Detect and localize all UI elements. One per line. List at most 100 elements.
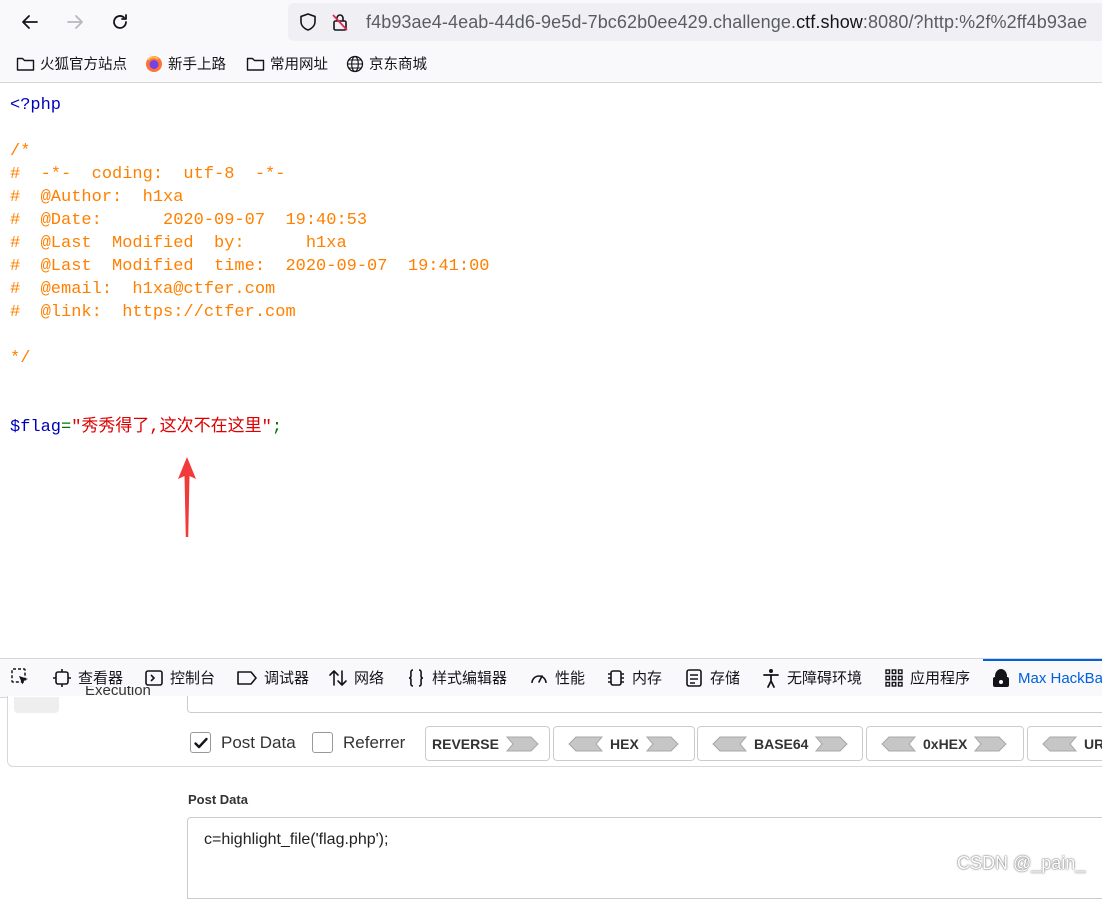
comment-close: */ — [10, 349, 31, 368]
php-source: <?php /* # -*- coding: utf-8 -*- # @Auth… — [10, 94, 489, 439]
checkmark-icon — [193, 737, 208, 748]
console-icon — [145, 669, 163, 686]
arrow-right-icon — [645, 736, 679, 751]
comment-line: # @email: h1xa@ctfer.com — [10, 280, 276, 299]
tab-accessibility[interactable]: 无障碍环境 — [761, 667, 862, 688]
flag-variable: $flag — [10, 418, 62, 437]
url-suffix: :8080/?http:%2f%2ff4b93ae — [862, 12, 1088, 32]
firefox-logo-icon — [146, 55, 162, 72]
active-tab-indicator — [983, 659, 1102, 661]
globe-icon — [346, 55, 364, 72]
url-host: ctf.show — [796, 12, 863, 32]
braces-icon — [408, 668, 424, 687]
checkbox-box[interactable] — [190, 732, 211, 753]
arrow-left-icon — [568, 736, 604, 751]
insecure-lock-icon[interactable] — [330, 12, 350, 32]
arrow-right-icon — [505, 736, 539, 751]
tab-application[interactable]: 应用程序 — [884, 667, 970, 688]
reverse-button[interactable]: REVERSE — [425, 726, 550, 761]
comment-line: # @Date: 2020-09-07 19:40:53 — [10, 211, 368, 230]
shield-icon[interactable] — [298, 12, 318, 32]
tab-label: 性能 — [555, 670, 586, 687]
url-textarea[interactable] — [187, 696, 1102, 713]
bookmark-common-sites[interactable]: 常用网址 — [246, 53, 328, 74]
post-data-checkbox[interactable]: Post Data — [190, 732, 296, 753]
storage-icon — [686, 668, 702, 687]
bookmarks-bar: 火狐官方站点 新手上路 常用网址 京东商城 — [0, 44, 1102, 83]
tab-performance[interactable]: 性能 — [529, 667, 585, 688]
urlencode-button[interactable]: UR — [1027, 726, 1102, 761]
comment-line: # -*- coding: utf-8 -*- — [10, 165, 286, 184]
devtools-tabbar: 查看器 控制台 调试器 网络 样式编辑器 性能 内存 存储 无障碍环境 应用程序… — [0, 658, 1102, 698]
bookmark-label: 火狐官方站点 — [40, 57, 127, 73]
assign-operator: = — [61, 418, 72, 437]
tab-label: 控制台 — [170, 670, 216, 687]
reload-button[interactable] — [106, 8, 134, 36]
network-icon — [329, 669, 347, 686]
tab-inspector[interactable]: 查看器 — [52, 667, 123, 688]
element-picker-icon — [11, 668, 28, 685]
app-grid-icon — [885, 668, 903, 687]
url-prefix: f4b93ae4-4eab-44d6-9e5d-7bc62b0ee429.cha… — [366, 12, 797, 32]
tab-label: Max HackBa — [1018, 669, 1102, 687]
bookmark-label: 新手上路 — [168, 57, 226, 73]
folder-icon — [246, 57, 265, 71]
tab-label: 调试器 — [264, 670, 310, 687]
reload-icon — [113, 14, 127, 29]
bookmark-jd[interactable]: 京东商城 — [346, 53, 427, 74]
arrow-left-icon — [712, 736, 748, 751]
button-label: UR — [1084, 735, 1102, 752]
tab-style-editor[interactable]: 样式编辑器 — [406, 667, 507, 688]
tab-console[interactable]: 控制台 — [144, 667, 215, 688]
forward-button[interactable] — [61, 8, 89, 36]
comment-line: # @Last Modified by: h1xa — [10, 234, 347, 253]
0xhex-button[interactable]: 0xHEX — [866, 726, 1024, 761]
folder-icon — [16, 57, 35, 71]
tab-debugger[interactable]: 调试器 — [236, 667, 309, 688]
tab-max-hackbar[interactable]: Max HackBa — [990, 667, 1102, 689]
browser-toolbar: f4b93ae4-4eab-44d6-9e5d-7bc62b0ee429.cha… — [0, 0, 1102, 44]
referrer-checkbox[interactable]: Referrer — [312, 732, 405, 753]
base64-button[interactable]: BASE64 — [697, 726, 863, 761]
statement-semicolon: ; — [271, 418, 283, 437]
element-picker-button[interactable] — [10, 667, 30, 687]
tab-label: 无障碍环境 — [787, 670, 863, 687]
button-label: BASE64 — [754, 735, 809, 752]
back-arrow-icon — [22, 15, 38, 29]
url-text[interactable]: f4b93ae4-4eab-44d6-9e5d-7bc62b0ee429.cha… — [366, 12, 1087, 33]
arrow-left-icon — [881, 736, 917, 751]
button-label: REVERSE — [432, 735, 499, 752]
back-button[interactable] — [16, 8, 44, 36]
button-label: HEX — [610, 735, 639, 752]
post-data-label: Post Data — [188, 792, 248, 807]
checkbox-box[interactable] — [312, 732, 333, 753]
execution-label: Execution — [85, 686, 151, 698]
tab-label: 网络 — [354, 670, 385, 687]
tab-memory[interactable]: 内存 — [606, 667, 662, 688]
tab-label: 样式编辑器 — [432, 670, 508, 687]
memory-chip-icon — [608, 669, 624, 686]
arrow-right-icon — [815, 736, 849, 751]
tab-label: 内存 — [632, 670, 663, 687]
url-bar[interactable]: f4b93ae4-4eab-44d6-9e5d-7bc62b0ee429.cha… — [288, 3, 1102, 41]
bookmark-getting-started[interactable]: 新手上路 — [145, 53, 226, 74]
hacker-icon — [993, 669, 1009, 687]
php-open-tag: <?php — [10, 96, 62, 115]
gauge-icon — [531, 674, 547, 683]
tab-label: 应用程序 — [910, 670, 971, 687]
hex-button[interactable]: HEX — [553, 726, 695, 761]
bookmark-label: 京东商城 — [369, 57, 427, 73]
arrow-right-icon — [974, 736, 1008, 751]
tab-storage[interactable]: 存储 — [684, 667, 740, 688]
checkbox-label: Post Data — [221, 732, 296, 752]
execute-button[interactable] — [14, 697, 59, 713]
accessibility-icon — [763, 668, 779, 688]
forward-arrow-icon — [67, 15, 83, 29]
tab-label: 存储 — [710, 670, 741, 687]
comment-line: # @Author: h1xa — [10, 188, 184, 207]
tab-network[interactable]: 网络 — [328, 667, 384, 688]
button-label: 0xHEX — [923, 735, 968, 752]
inspector-icon — [53, 668, 71, 687]
bookmark-firefox-official[interactable]: 火狐官方站点 — [16, 53, 127, 74]
checkbox-label: Referrer — [343, 732, 406, 752]
